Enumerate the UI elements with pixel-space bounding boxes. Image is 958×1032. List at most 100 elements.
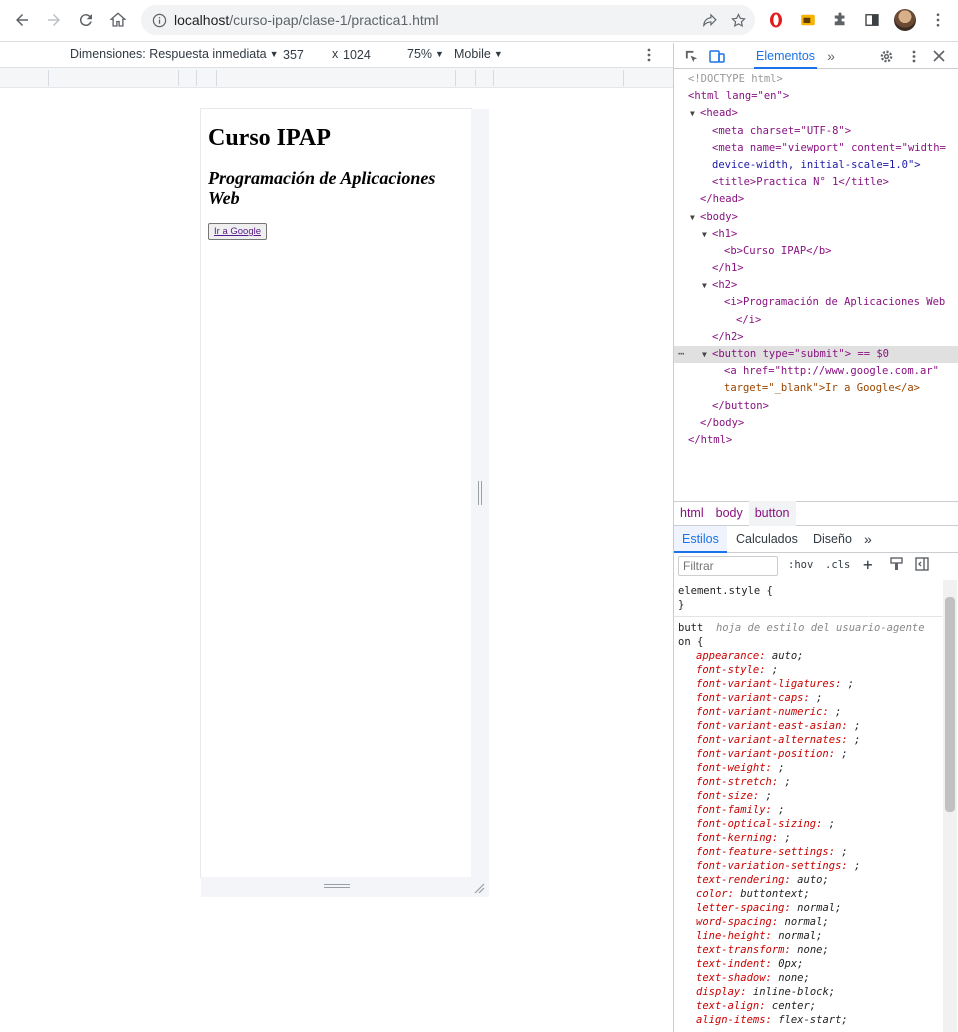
css-property[interactable]: line-height: normal; xyxy=(678,929,938,943)
width-field[interactable] xyxy=(283,46,323,64)
tab-computed[interactable]: Calculados xyxy=(728,526,806,553)
resize-corner-icon[interactable] xyxy=(473,882,485,894)
share-icon[interactable] xyxy=(701,12,718,29)
paint-brush-icon[interactable] xyxy=(890,557,903,574)
dom-node[interactable]: </body> xyxy=(674,415,958,432)
css-property[interactable]: font-family: ; xyxy=(678,803,938,817)
throttle-dropdown[interactable]: Mobile ▼ xyxy=(454,47,503,61)
css-property[interactable]: align-items: flex-start; xyxy=(678,1013,938,1027)
device-toggle-icon[interactable] xyxy=(708,47,726,65)
css-property[interactable]: font-feature-settings: ; xyxy=(678,845,938,859)
css-property[interactable]: font-weight: ; xyxy=(678,761,938,775)
css-property[interactable]: text-align: center; xyxy=(678,999,938,1013)
sidebar-toggle-icon[interactable] xyxy=(915,557,929,574)
dom-node[interactable]: </i> xyxy=(674,312,958,329)
device-more-icon[interactable] xyxy=(645,47,653,63)
css-property[interactable]: font-variant-ligatures: ; xyxy=(678,677,938,691)
css-property[interactable]: letter-spacing: normal; xyxy=(678,901,938,915)
more-tabs-icon[interactable]: » xyxy=(822,47,840,65)
profile-avatar[interactable] xyxy=(894,9,916,31)
dom-node[interactable]: </h1> xyxy=(674,260,958,277)
chrome-menu-icon[interactable] xyxy=(926,8,950,32)
address-bar[interactable]: localhost/curso-ipap/clase-1/practica1.h… xyxy=(141,5,755,35)
styles-filter-input[interactable] xyxy=(678,556,778,576)
css-property[interactable]: font-variant-caps: ; xyxy=(678,691,938,705)
dom-node[interactable]: ▼ <head> xyxy=(674,105,958,122)
dom-node[interactable]: </head> xyxy=(674,191,958,208)
dom-node[interactable]: <a href="http://www.google.com.ar" xyxy=(674,363,958,380)
css-property[interactable]: font-stretch: ; xyxy=(678,775,938,789)
dom-node[interactable]: <meta charset="UTF-8"> xyxy=(674,123,958,140)
dom-node[interactable]: </h2> xyxy=(674,329,958,346)
css-property[interactable]: display: inline-block; xyxy=(678,985,938,999)
tab-elements[interactable]: Elementos xyxy=(754,43,818,69)
new-rule-icon[interactable]: + xyxy=(863,555,873,574)
css-property[interactable]: appearance: auto; xyxy=(678,649,938,663)
tab-styles[interactable]: Estilos xyxy=(674,526,727,553)
close-icon[interactable] xyxy=(930,47,948,65)
css-property[interactable]: word-spacing: normal; xyxy=(678,915,938,929)
css-property[interactable]: font-style: ; xyxy=(678,663,938,677)
forward-button[interactable] xyxy=(38,4,70,36)
breadcrumb-button[interactable]: button xyxy=(748,501,796,526)
hov-toggle[interactable]: :hov xyxy=(788,559,813,571)
ellipsis-icon[interactable]: ⋯ xyxy=(678,346,684,363)
dom-node[interactable]: </html> xyxy=(674,432,958,449)
dom-node[interactable]: ▼ <body> xyxy=(674,209,958,226)
home-button[interactable] xyxy=(102,4,134,36)
extensions-puzzle-icon[interactable] xyxy=(828,8,852,32)
css-property[interactable]: font-variant-alternates: ; xyxy=(678,733,938,747)
extension-opera-icon[interactable] xyxy=(764,8,788,32)
css-property[interactable]: text-indent: 0px; xyxy=(678,957,938,971)
dom-node[interactable]: device-width, initial-scale=1.0"> xyxy=(674,157,958,174)
tab-layout[interactable]: Diseño xyxy=(805,526,860,553)
side-panel-icon[interactable] xyxy=(860,8,884,32)
zoom-dropdown[interactable]: 75% ▼ xyxy=(407,47,444,61)
dom-node[interactable]: target="_blank">Ir a Google</a> xyxy=(674,380,958,397)
dom-node[interactable]: <b>Curso IPAP</b> xyxy=(674,243,958,260)
css-property[interactable]: font-size: ; xyxy=(678,789,938,803)
gear-icon[interactable] xyxy=(877,47,895,65)
css-property[interactable]: font-optical-sizing: ; xyxy=(678,817,938,831)
extension-folder-icon[interactable] xyxy=(796,8,820,32)
google-link[interactable]: Ir a Google xyxy=(214,226,261,237)
breadcrumb-html[interactable]: html xyxy=(674,501,710,526)
breadcrumb-body[interactable]: body xyxy=(710,501,749,526)
dom-node[interactable]: ▼ <h2> xyxy=(674,277,958,294)
css-property[interactable]: text-rendering: auto; xyxy=(678,873,938,887)
dom-node[interactable]: <meta name="viewport" content="width= xyxy=(674,140,958,157)
submit-button[interactable]: Ir a Google xyxy=(208,223,267,240)
resize-handle-right[interactable] xyxy=(471,109,489,897)
resize-handle-bottom[interactable] xyxy=(201,877,489,897)
styles-scrollbar[interactable] xyxy=(943,580,957,1032)
css-property[interactable]: font-variation-settings: ; xyxy=(678,859,938,873)
dom-node-selected[interactable]: ⋯ ▼ <button type="submit"> == $0 xyxy=(674,346,958,364)
more-tabs-icon[interactable]: » xyxy=(856,526,880,553)
height-input[interactable] xyxy=(343,46,383,64)
width-input[interactable] xyxy=(283,46,323,64)
dom-node[interactable]: <i>Programación de Aplicaciones Web xyxy=(674,294,958,311)
inspect-element-icon[interactable] xyxy=(682,47,700,65)
css-property[interactable]: font-variant-east-asian: ; xyxy=(678,719,938,733)
user-agent-rule[interactable]: butt hoja de estilo del usuario-agente o… xyxy=(674,617,942,1031)
dimensions-dropdown[interactable]: Dimensiones: Respuesta inmediata ▼ xyxy=(70,47,279,61)
css-property[interactable]: color: buttontext; xyxy=(678,887,938,901)
css-property[interactable]: text-transform: none; xyxy=(678,943,938,957)
css-property[interactable]: font-variant-numeric: ; xyxy=(678,705,938,719)
css-property[interactable]: font-kerning: ; xyxy=(678,831,938,845)
dom-node[interactable]: <!DOCTYPE html> xyxy=(674,71,958,88)
dom-node[interactable]: <html lang="en"> xyxy=(674,88,958,105)
back-button[interactable] xyxy=(6,4,38,36)
dom-node[interactable]: </button> xyxy=(674,398,958,415)
element-style-rule[interactable]: element.style { } xyxy=(674,580,942,617)
dom-node[interactable]: ▼ <h1> xyxy=(674,226,958,243)
height-field[interactable] xyxy=(343,46,383,64)
site-info-icon[interactable] xyxy=(151,12,167,28)
bookmark-star-icon[interactable] xyxy=(730,12,747,29)
media-query-ruler[interactable] xyxy=(0,68,673,88)
css-property[interactable]: font-variant-position: ; xyxy=(678,747,938,761)
devtools-menu-icon[interactable] xyxy=(905,47,923,65)
cls-toggle[interactable]: .cls xyxy=(825,559,850,571)
scrollbar-thumb[interactable] xyxy=(945,597,955,812)
reload-button[interactable] xyxy=(70,4,102,36)
